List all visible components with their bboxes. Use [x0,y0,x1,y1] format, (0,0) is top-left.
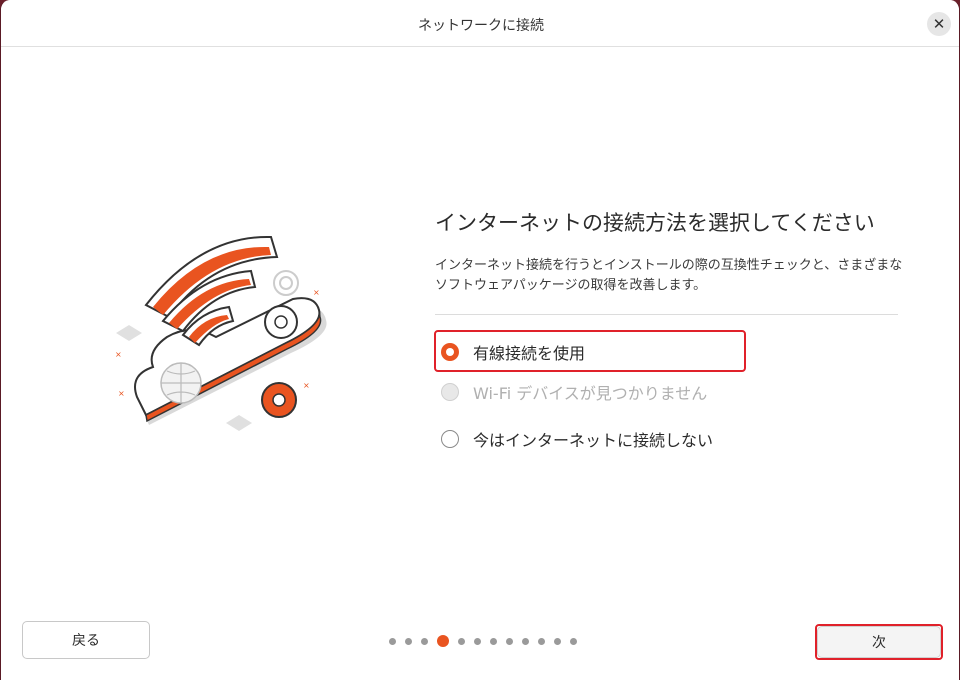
wifi-label: Wi-Fi デバイスが見つかりません [473,384,708,403]
step-dot [570,637,577,645]
close-button[interactable]: ✕ [927,12,951,36]
next-button[interactable]: 次 [817,626,941,658]
step-dot-current [437,635,449,647]
step-dot [389,637,396,645]
back-button[interactable]: 戻る [22,621,150,659]
step-dot [538,637,545,645]
wired-connection-label: 有線接続を使用 [473,344,586,363]
svg-text:×: × [118,389,125,398]
step-dot [474,637,481,645]
wifi-radio [441,383,459,401]
step-indicator [389,635,586,647]
page-heading: インターネットの接続方法を選択してください [435,211,875,235]
close-icon: ✕ [932,15,946,33]
title-bar: ネットワークに接続 ✕ [1,0,959,47]
no-connection-radio[interactable] [441,430,459,448]
page-description: インターネット接続を行うとインストールの際の互換性チェックと、さまざまなソフトウ… [435,258,903,293]
step-dot [490,637,497,645]
no-connection-label: 今はインターネットに接続しない [473,431,714,450]
svg-text:×: × [115,350,122,359]
wifi-option: Wi-Fi デバイスが見つかりません [441,380,707,404]
installer-window: ネットワークに接続 ✕ × × × × インターネットの接続方法を選択してくださ… [0,0,960,680]
network-illustration: × × × × [115,235,327,431]
step-dot [458,637,465,645]
no-connection-option[interactable]: 今はインターネットに接続しない [441,427,713,451]
step-dot [522,637,529,645]
svg-text:×: × [313,288,320,297]
window-title: ネットワークに接続 [418,18,544,34]
step-dot [506,637,513,645]
step-dot [554,637,561,645]
step-dot [421,637,428,645]
svg-text:×: × [303,381,310,390]
divider [435,314,898,315]
wired-connection-radio[interactable] [441,343,459,361]
wired-connection-option[interactable]: 有線接続を使用 [441,340,585,364]
step-dot [405,637,412,645]
